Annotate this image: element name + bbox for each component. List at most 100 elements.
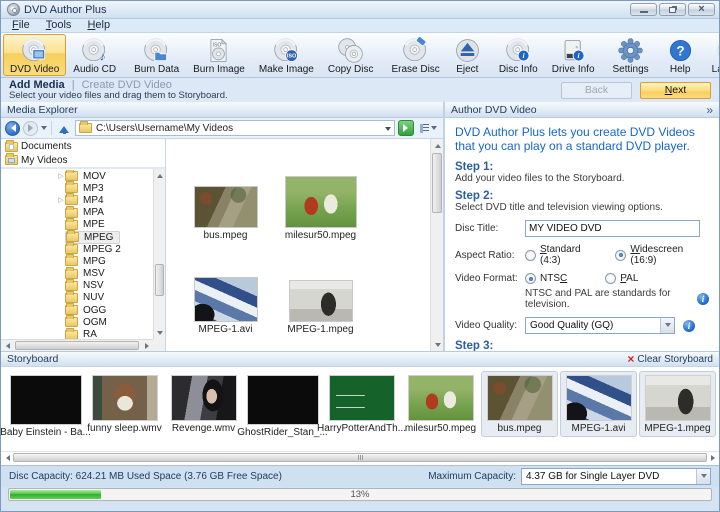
tree-folder-mp4[interactable]: ▷MP4 [1, 194, 153, 206]
tree-folder-mpeg[interactable]: MPEG [1, 231, 153, 243]
toolbar-burn-data-button[interactable]: Burn Data [127, 34, 186, 76]
storyboard-item-funny-sleep-wmv[interactable]: funny sleep.wmv [86, 371, 163, 437]
back-button[interactable]: Back [561, 82, 632, 99]
file-thumbnail [289, 280, 353, 322]
tree-folder-mpeg-2[interactable]: MPEG 2 [1, 243, 153, 255]
file-mpeg-1-avi[interactable]: MPEG-1.avi [178, 241, 273, 335]
next-button[interactable]: Next [640, 82, 711, 99]
format-info-icon[interactable]: i [697, 293, 709, 305]
burn-image-icon: ISO [205, 37, 232, 64]
app-window: DVD Author Plus × FileToolsHelp DVD Vide… [0, 0, 720, 512]
address-folder-icon [79, 123, 92, 133]
window-title: DVD Author Plus [24, 4, 107, 16]
storyboard-scrollbar[interactable] [1, 451, 719, 465]
tree-folder-mpe[interactable]: MPE [1, 219, 153, 231]
folder-icon [65, 293, 78, 303]
storyboard-item-revenge-wmv[interactable]: Revenge.wmv [165, 371, 242, 437]
file-milesur50-mpeg[interactable]: milesur50.mpeg [273, 147, 368, 241]
favorites-pane: DocumentsMy Videos [1, 139, 165, 169]
files-vertical-scrollbar[interactable] [430, 139, 443, 351]
media-explorer-panel: Media Explorer C:\Users\Username\My Vide… [1, 102, 445, 351]
go-button[interactable] [398, 120, 414, 136]
storyboard-strip: Baby Einstein - Ba...funny sleep.wmvReve… [1, 367, 719, 451]
toolbar-copy-disc-button[interactable]: Copy Disc [321, 34, 381, 76]
tree-folder-nsv[interactable]: NSV [1, 280, 153, 292]
folder-icon [65, 281, 78, 291]
address-path: C:\Users\Username\My Videos [96, 123, 381, 134]
toolbar-burn-image-button[interactable]: ISOBurn Image [186, 34, 252, 76]
disc-audio-icon: ♪ [81, 37, 108, 64]
tree-folder-ra[interactable]: RA [1, 328, 153, 339]
views-button[interactable] [417, 120, 439, 136]
address-combo[interactable]: C:\Users\Username\My Videos [75, 120, 395, 136]
storyboard-item-bus-mpeg[interactable]: bus.mpeg [481, 371, 558, 437]
storyboard-item-mpeg-1-avi[interactable]: MPEG-1.avi [560, 371, 637, 437]
radio-pal[interactable]: PAL [605, 273, 638, 284]
copy-disc-icon [337, 37, 364, 64]
favorite-my-videos[interactable]: My Videos [1, 154, 165, 168]
menu-tools[interactable]: Tools [39, 19, 79, 32]
file-mpeg-1-mpeg[interactable]: MPEG-1.mpeg [273, 241, 368, 335]
media-explorer-header: Media Explorer [1, 102, 443, 118]
address-dropdown-caret[interactable] [385, 127, 391, 134]
toolbar-settings-button[interactable]: Settings [606, 34, 656, 76]
toolbar-eject-button[interactable]: Eject [447, 34, 488, 76]
tree-folder-mp3[interactable]: MP3 [1, 182, 153, 194]
tree-vertical-scrollbar[interactable] [153, 169, 165, 339]
toolbar-disc-info-button[interactable]: iDisc Info [492, 34, 545, 76]
tree-folder-mov[interactable]: ▷MOV [1, 170, 153, 182]
toolbar-dvd-video-button[interactable]: DVD Video [3, 34, 66, 76]
nav-forward-button[interactable] [23, 121, 38, 136]
minimize-button[interactable] [630, 3, 657, 16]
disc-title-input[interactable] [525, 220, 700, 237]
toolbar: DVD Video ♪Audio CD Burn DataISOBurn Ima… [1, 33, 719, 78]
close-button[interactable]: × [688, 3, 715, 16]
up-folder-button[interactable] [56, 120, 72, 136]
eject-icon [454, 37, 481, 64]
tree-folder-ogm[interactable]: OGM [1, 316, 153, 328]
favorite-documents[interactable]: Documents [1, 140, 165, 154]
tree-folder-ogg[interactable]: OGG [1, 304, 153, 316]
menu-help[interactable]: Help [80, 19, 117, 32]
storyboard-item-ghostrider-stan-[interactable]: GhostRider_Stan_... [244, 371, 321, 441]
storyboard-item-milesur50-mpeg[interactable]: milesur50.mpeg [402, 371, 479, 437]
toolbar-audio-cd-button[interactable]: ♪Audio CD [66, 34, 123, 76]
toolbar-help-button[interactable]: ?Help [660, 34, 701, 76]
tree-folder-msv[interactable]: MSV [1, 268, 153, 280]
tree-folder-mpa[interactable]: MPA [1, 207, 153, 219]
folder-icon [65, 305, 78, 315]
storyboard-item-harrypotterandth-[interactable]: HarryPotterAndTh... [323, 371, 400, 437]
menu-file[interactable]: File [5, 19, 37, 32]
clear-storyboard-button[interactable]: × Clear Storyboard [627, 353, 713, 365]
max-capacity-label: Maximum Capacity: [428, 471, 516, 482]
toolbar-make-image-button[interactable]: ISOMake Image [252, 34, 321, 76]
file-bus-mpeg[interactable]: bus.mpeg [178, 147, 273, 241]
video-format-label: Video Format: [455, 273, 525, 284]
status-bar: Disc Capacity: 624.21 MB Used Space (3.7… [1, 465, 719, 487]
svg-text:?: ? [676, 44, 684, 59]
title-bar: DVD Author Plus × [1, 1, 719, 19]
radio-standard-4-3-[interactable]: Standard (4:3) [525, 244, 601, 266]
radio-widescreen-16-9-[interactable]: Widescreen (16:9) [615, 244, 709, 266]
storyboard-item-mpeg-1-mpeg[interactable]: MPEG-1.mpeg [639, 371, 716, 437]
progress-percent-label: 13% [9, 489, 711, 500]
quality-info-icon[interactable]: i [683, 320, 695, 332]
restore-button[interactable] [659, 3, 686, 16]
tree-horizontal-scrollbar[interactable] [1, 339, 153, 351]
file-thumbnail [194, 186, 258, 228]
radio-ntsc[interactable]: NTSC [525, 273, 567, 284]
max-capacity-select[interactable]: 4.37 GB for Single Layer DVD [521, 468, 711, 485]
storyboard-thumbnail [247, 375, 319, 425]
toolbar-launch-button[interactable]: Launch [705, 34, 720, 76]
tree-folder-nuv[interactable]: NUV [1, 292, 153, 304]
nav-back-button[interactable] [5, 121, 20, 136]
storyboard-item-baby-einstein-ba-[interactable]: Baby Einstein - Ba... [7, 371, 84, 441]
nav-history-caret[interactable] [41, 126, 47, 133]
toolbar-erase-disc-button[interactable]: Erase Disc [384, 34, 446, 76]
video-quality-label: Video Quality: [455, 320, 525, 331]
tree-folder-mpg[interactable]: MPG [1, 255, 153, 267]
collapse-panel-chevron[interactable]: » [706, 103, 713, 117]
toolbar-drive-info-button[interactable]: iDrive Info [545, 34, 602, 76]
video-quality-select[interactable]: Good Quality (GQ) [525, 317, 675, 334]
drive-info-icon: i [560, 37, 587, 64]
